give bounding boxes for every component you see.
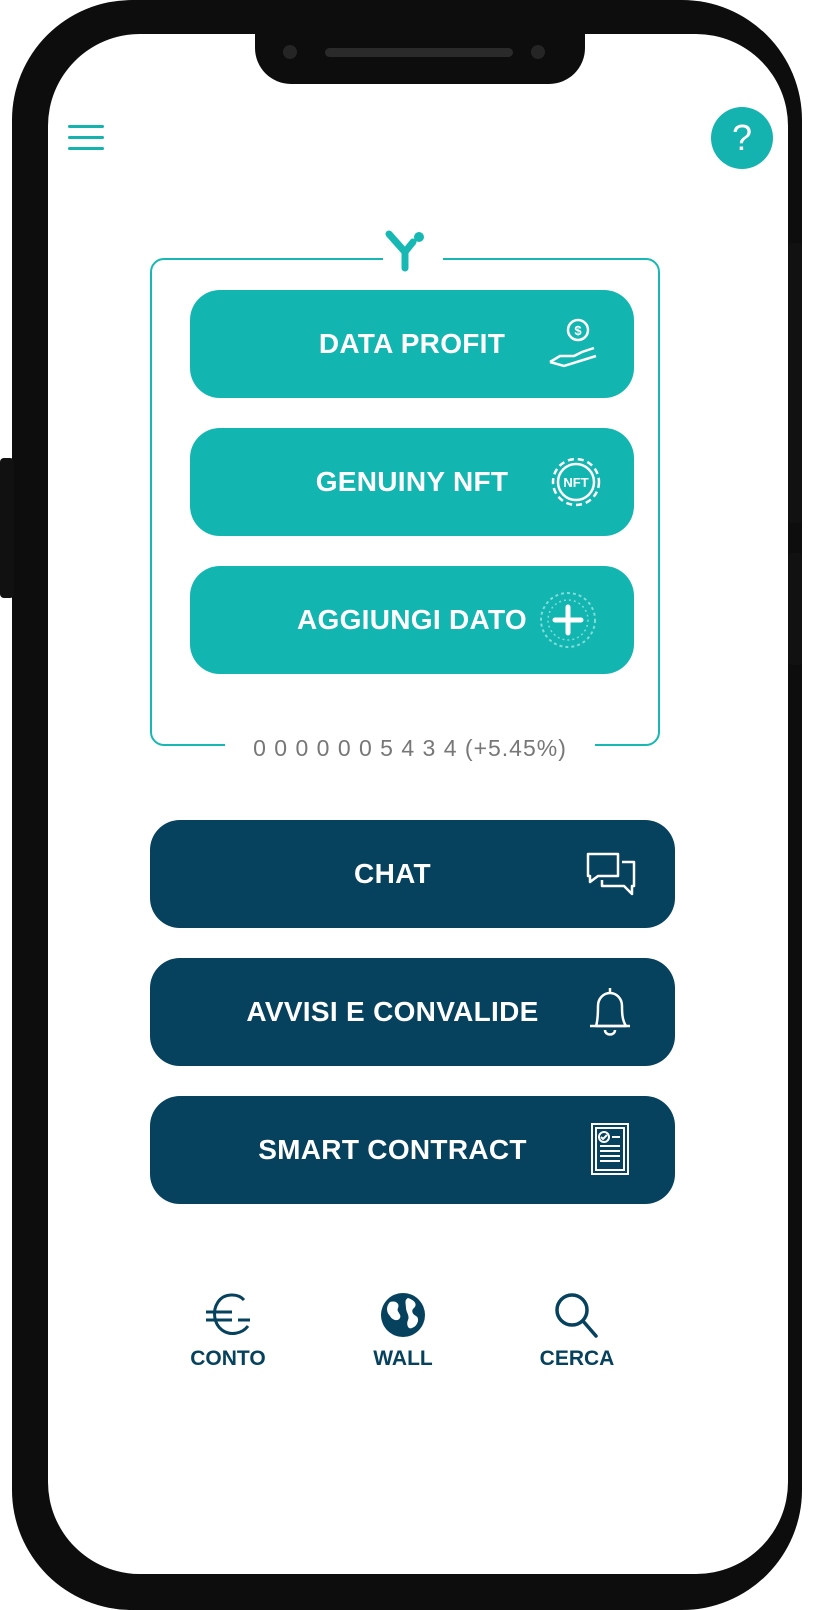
power-button <box>788 243 802 523</box>
add-data-plus-icon <box>536 588 600 657</box>
camera-icon <box>283 45 297 59</box>
speaker <box>325 48 513 57</box>
chat-label: CHAT <box>354 858 431 889</box>
tab-wall[interactable]: WALL <box>343 1290 463 1371</box>
tab-wall-label: WALL <box>373 1347 433 1370</box>
tab-conto-label: CONTO <box>190 1347 266 1370</box>
hamburger-icon[interactable] <box>68 125 104 151</box>
bell-icon <box>586 984 634 1045</box>
hand-coin-icon: $ <box>546 316 602 377</box>
svg-text:$: $ <box>574 323 582 338</box>
chat-bubbles-icon <box>584 850 640 905</box>
data-profit-button[interactable]: DATA PROFIT $ <box>190 290 634 398</box>
notch <box>255 32 585 84</box>
side-button <box>788 553 802 665</box>
data-counter: 0 0 0 0 0 0 5 4 3 4 (+5.45%) <box>225 730 595 766</box>
svg-text:NFT: NFT <box>563 475 588 490</box>
tab-conto[interactable]: CONTO <box>168 1290 288 1371</box>
nft-gear-icon: NFT <box>546 452 606 517</box>
tab-cerca[interactable]: CERCA <box>517 1290 637 1371</box>
search-icon <box>517 1290 637 1345</box>
smart-contract-button[interactable]: SMART CONTRACT <box>150 1096 675 1204</box>
chat-button[interactable]: CHAT <box>150 820 675 928</box>
smart-contract-label: SMART CONTRACT <box>258 1134 527 1165</box>
sensor-icon <box>531 45 545 59</box>
document-check-icon <box>586 1120 634 1185</box>
globe-icon <box>343 1290 463 1345</box>
aggiungi-dato-button[interactable]: AGGIUNGI DATO <box>190 566 634 674</box>
avvisi-e-convalide-label: AVVISI E CONVALIDE <box>246 996 539 1027</box>
euro-icon <box>168 1290 288 1345</box>
help-button[interactable]: ? <box>711 107 773 169</box>
tab-cerca-label: CERCA <box>539 1347 615 1370</box>
volume-button <box>0 458 14 598</box>
genuiny-nft-button[interactable]: GENUINY NFT NFT <box>190 428 634 536</box>
avvisi-e-convalide-button[interactable]: AVVISI E CONVALIDE <box>150 958 675 1066</box>
y-logo-icon <box>383 228 443 278</box>
